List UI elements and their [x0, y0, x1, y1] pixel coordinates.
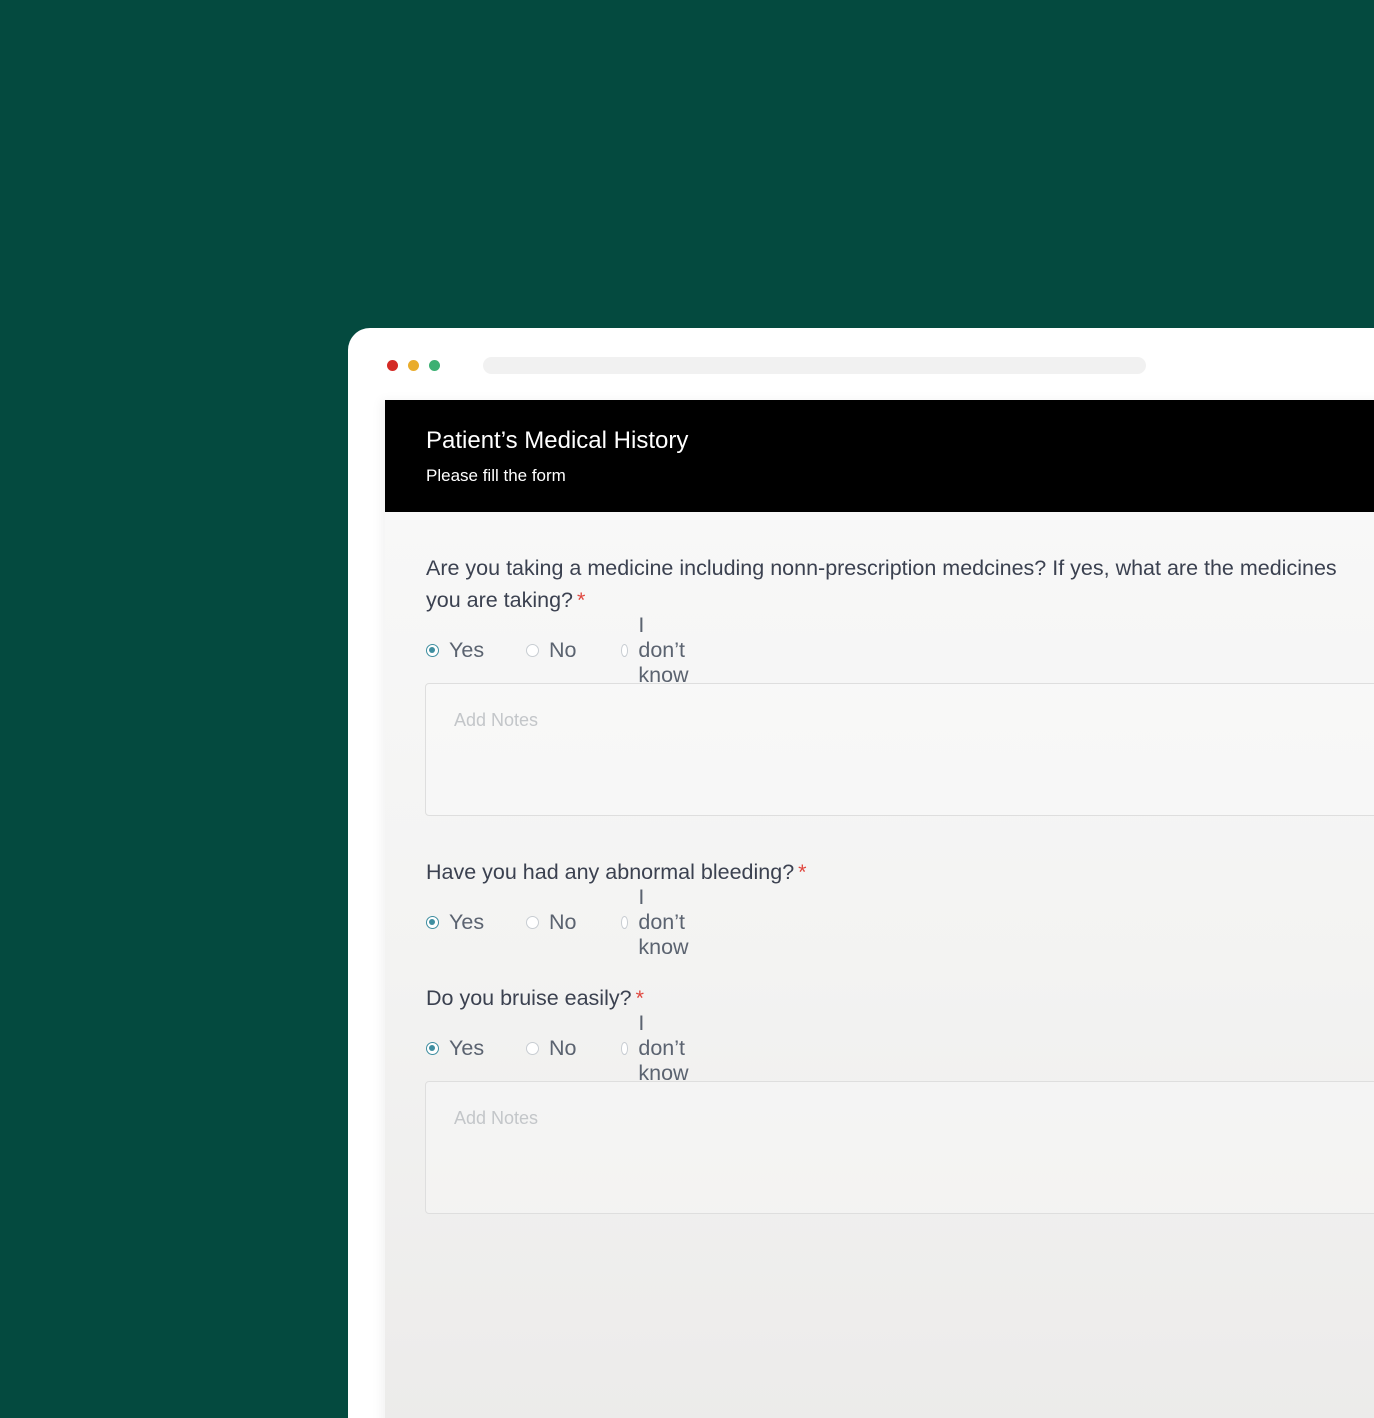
- question-text: Are you taking a medicine including nonn…: [426, 556, 1337, 612]
- radio-label: I don’t know: [638, 1010, 689, 1085]
- radio-yes[interactable]: Yes: [426, 635, 484, 665]
- address-bar[interactable]: [483, 357, 1146, 374]
- radio-unchecked-icon: [621, 915, 629, 929]
- window-controls: [387, 360, 440, 371]
- radio-label: Yes: [449, 637, 485, 662]
- radio-yes[interactable]: Yes: [426, 907, 484, 937]
- form-header: Patient’s Medical History Please fill th…: [385, 400, 1374, 512]
- radio-no[interactable]: No: [526, 635, 576, 665]
- radio-label: I don’t know: [638, 884, 689, 959]
- required-marker: *: [635, 986, 644, 1010]
- radio-unchecked-icon: [526, 1041, 539, 1055]
- radio-label: I don’t know: [638, 612, 689, 687]
- page-title: Patient’s Medical History: [426, 427, 689, 454]
- browser-window: Patient’s Medical History Please fill th…: [348, 328, 1374, 1418]
- close-window-icon[interactable]: [387, 360, 398, 371]
- question-bleeding: Have you had any abnormal bleeding? *: [426, 856, 1346, 888]
- radio-unchecked-icon: [621, 1041, 629, 1055]
- minimize-window-icon[interactable]: [408, 360, 419, 371]
- radio-label: No: [549, 1035, 577, 1060]
- required-marker: *: [577, 588, 586, 612]
- maximize-window-icon[interactable]: [429, 360, 440, 371]
- radio-unchecked-icon: [621, 643, 629, 657]
- radio-checked-icon: [426, 1041, 439, 1055]
- form-panel: Patient’s Medical History Please fill th…: [385, 400, 1374, 1418]
- radio-unchecked-icon: [526, 915, 539, 929]
- radio-label: No: [549, 637, 577, 662]
- radio-yes[interactable]: Yes: [426, 1033, 484, 1063]
- radio-no[interactable]: No: [526, 1033, 576, 1063]
- question-medicine: Are you taking a medicine including nonn…: [426, 552, 1346, 616]
- radio-no[interactable]: No: [526, 907, 576, 937]
- question-text: Have you had any abnormal bleeding?: [426, 860, 795, 884]
- radio-label: No: [549, 909, 577, 934]
- radio-checked-icon: [426, 915, 439, 929]
- radio-checked-icon: [426, 643, 439, 657]
- radio-unchecked-icon: [526, 643, 539, 657]
- required-marker: *: [798, 860, 807, 884]
- notes-field-bruise[interactable]: [425, 1081, 1374, 1214]
- page-subtitle: Please fill the form: [426, 466, 566, 485]
- radio-dont-know[interactable]: I don’t know: [621, 1011, 694, 1085]
- radio-label: Yes: [449, 1035, 485, 1060]
- radio-dont-know[interactable]: I don’t know: [621, 613, 694, 687]
- notes-field-medicine[interactable]: [425, 683, 1374, 816]
- question-bruise: Do you bruise easily? *: [426, 982, 1346, 1014]
- radio-dont-know[interactable]: I don’t know: [621, 885, 694, 959]
- radio-label: Yes: [449, 909, 485, 934]
- question-text: Do you bruise easily?: [426, 986, 632, 1010]
